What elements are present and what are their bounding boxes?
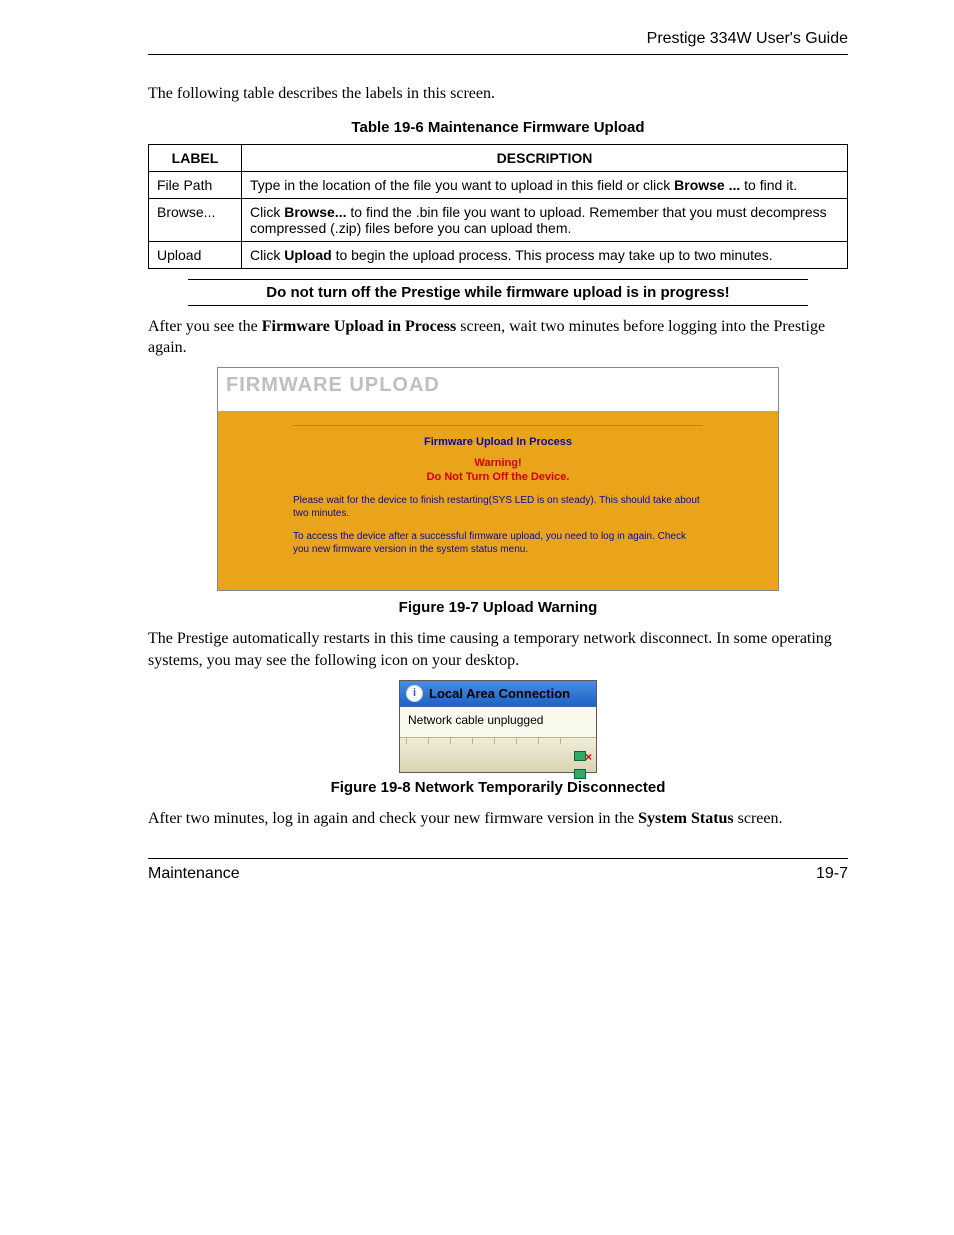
figure-caption: Figure 19-8 Network Temporarily Disconne… [148,779,848,796]
page-footer: Maintenance 19-7 [148,858,848,883]
firmware-process-heading: Firmware Upload In Process [293,436,703,448]
row-desc: Type in the location of the file you wan… [242,171,848,198]
footer-section: Maintenance [148,865,240,883]
firmware-warning-text: Warning! Do Not Turn Off the Device. [293,456,703,485]
firmware-panel-title: FIRMWARE UPLOAD [218,368,778,411]
tooltip-message: Network cable unplugged [400,707,596,737]
firmware-wait-text: Please wait for the device to finish res… [293,494,703,520]
guide-title: Prestige 334W User's Guide [647,30,848,47]
row-desc: Click Browse... to find the .bin file yo… [242,198,848,241]
table-row: Upload Click Upload to begin the upload … [149,241,848,268]
warning-bar: Do not turn off the Prestige while firmw… [188,279,808,306]
table-row: Browse... Click Browse... to find the .b… [149,198,848,241]
label-description-table: Label Description File Path Type in the … [148,144,848,269]
th-label: Label [149,144,242,171]
footer-page-number: 19-7 [816,865,848,883]
network-tooltip-screenshot: i Local Area Connection Network cable un… [399,680,597,773]
tooltip-title-bar: i Local Area Connection [400,681,596,707]
after-table-paragraph: After you see the Firmware Upload in Pro… [148,316,848,359]
restart-paragraph: The Prestige automatically restarts in t… [148,628,848,671]
row-label: Browse... [149,198,242,241]
network-disconnected-icon: × [574,748,590,762]
firmware-panel: Firmware Upload In Process Warning! Do N… [218,411,778,591]
final-paragraph: After two minutes, log in again and chec… [148,808,848,830]
row-desc: Click Upload to begin the upload process… [242,241,848,268]
intro-paragraph: The following table describes the labels… [148,83,848,105]
firmware-access-text: To access the device after a successful … [293,530,703,556]
th-description: Description [242,144,848,171]
running-header: Prestige 334W User's Guide [148,30,848,55]
system-tray: × [400,737,596,772]
info-icon: i [406,685,423,702]
tooltip-title: Local Area Connection [429,686,570,701]
figure-caption: Figure 19-7 Upload Warning [148,599,848,616]
row-label: File Path [149,171,242,198]
table-row: File Path Type in the location of the fi… [149,171,848,198]
firmware-upload-screenshot: FIRMWARE UPLOAD Firmware Upload In Proce… [217,367,779,592]
row-label: Upload [149,241,242,268]
table-caption: Table 19-6 Maintenance Firmware Upload [148,119,848,136]
